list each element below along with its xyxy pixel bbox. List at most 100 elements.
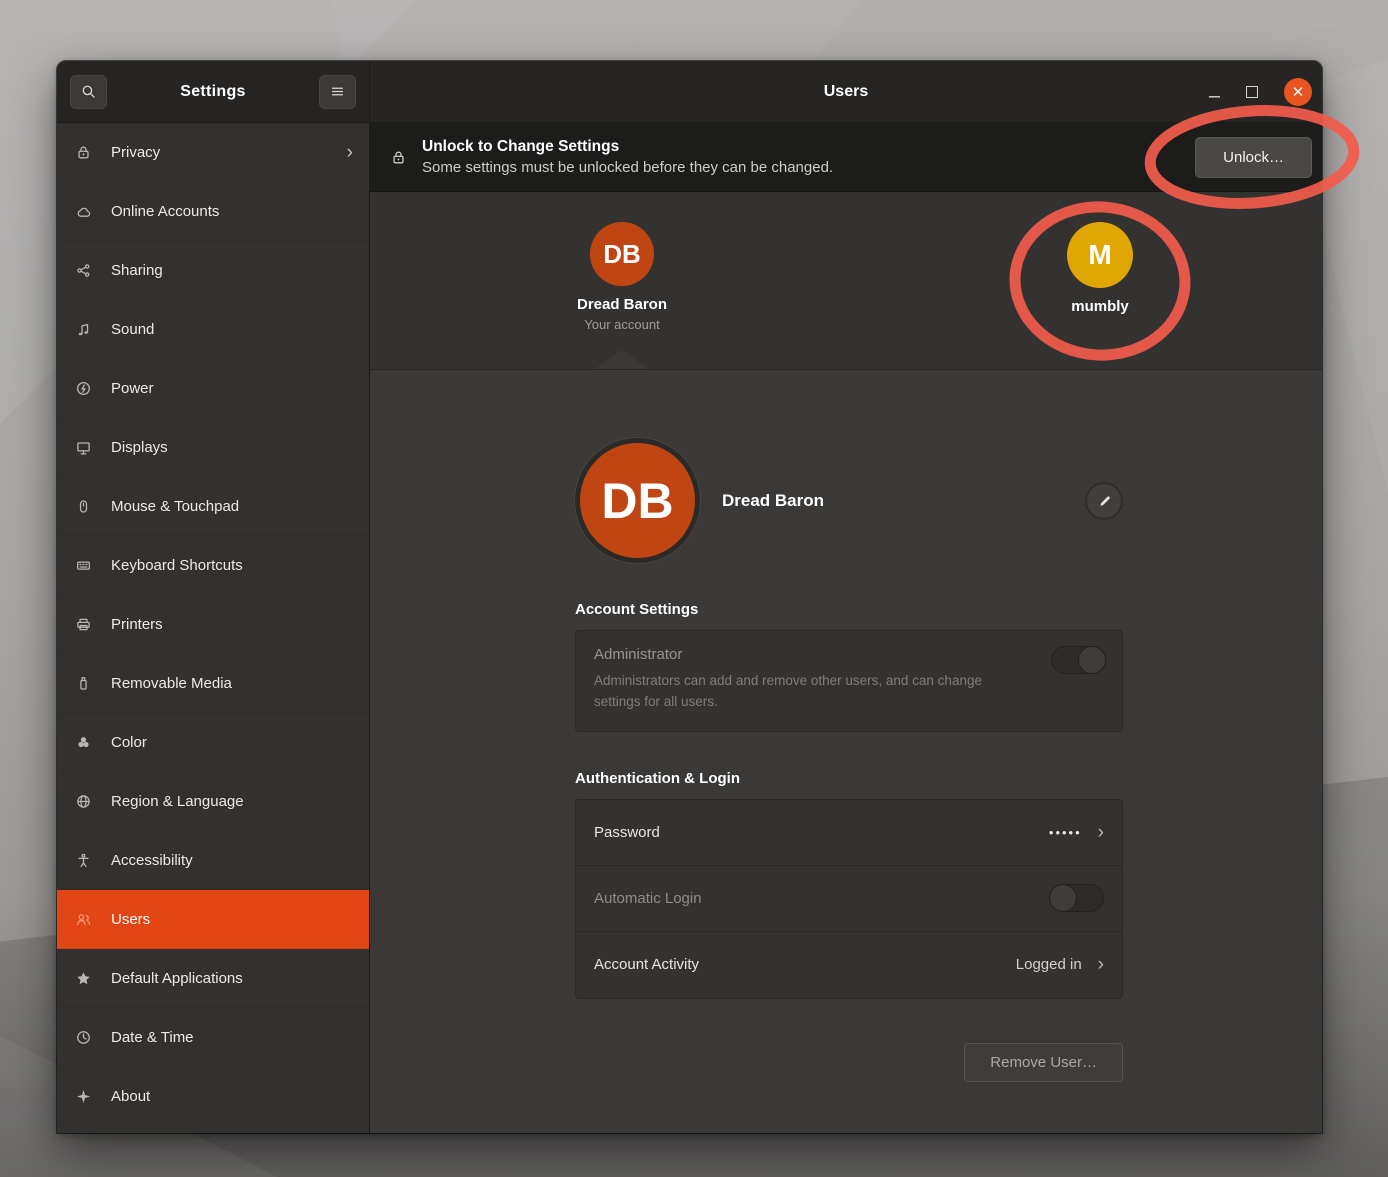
sidebar-item-label: Printers	[111, 616, 163, 633]
mouse-icon	[75, 498, 95, 515]
sidebar-item-label: Sharing	[111, 262, 163, 279]
sidebar-item-label: Users	[111, 911, 150, 928]
page-title: Users	[824, 83, 868, 101]
carousel-user-mumbly[interactable]: Mmumbly	[1067, 222, 1133, 315]
administrator-description: Administrators can add and remove other …	[594, 671, 1019, 713]
clock-icon	[75, 1029, 95, 1046]
profile-name: Dread Baron	[722, 491, 824, 511]
chevron-right-icon: ›	[347, 143, 353, 162]
sidebar-item-displays[interactable]: Displays	[57, 418, 369, 477]
sidebar-item-label: Accessibility	[111, 852, 193, 869]
authentication-card: Password ••••• › Automatic Login Account Act…	[575, 799, 1123, 999]
sidebar-header: Settings	[57, 61, 370, 122]
share-icon	[75, 262, 95, 279]
section-heading-authentication: Authentication & Login	[575, 770, 1123, 787]
sidebar-item-power[interactable]: Power	[57, 359, 369, 418]
row-account-activity[interactable]: Account Activity Logged in ›	[576, 932, 1122, 998]
menu-button[interactable]	[319, 75, 356, 109]
carousel-user-name: Dread Baron	[577, 296, 667, 313]
password-dots: •••••	[1049, 825, 1082, 840]
sidebar-item-label: Privacy	[111, 144, 160, 161]
sidebar-item-label: Sound	[111, 321, 154, 338]
sidebar-item-label: Mouse & Touchpad	[111, 498, 239, 515]
sidebar-item-label: Keyboard Shortcuts	[111, 557, 243, 574]
sidebar-item-sharing[interactable]: Sharing	[57, 241, 369, 300]
sidebar-item-keyboard-shortcuts[interactable]: Keyboard Shortcuts	[57, 536, 369, 595]
sidebar-nav: Privacy › Online Accounts Sharing Sound Power…	[57, 123, 370, 1133]
keyboard-icon	[75, 557, 95, 574]
sidebar-item-online-accounts[interactable]: Online Accounts	[57, 182, 369, 241]
lock-icon	[75, 144, 95, 161]
sidebar-item-region-language[interactable]: Region & Language	[57, 772, 369, 831]
user-carousel: DBDread BaronYour accountMmumbly	[370, 192, 1322, 370]
administrator-toggle[interactable]	[1051, 646, 1106, 674]
settings-window: Settings Users – ✕ Privacy › Online Accoun…	[57, 61, 1322, 1133]
color-icon	[75, 734, 95, 751]
chevron-right-icon: ›	[1098, 823, 1104, 842]
minimize-button[interactable]: –	[1209, 78, 1220, 106]
automatic-login-toggle[interactable]	[1049, 884, 1104, 912]
row-label: Account Activity	[594, 956, 699, 973]
row-label: Password	[594, 824, 660, 841]
power-icon	[75, 380, 95, 397]
sidebar-item-mouse-touchpad[interactable]: Mouse & Touchpad	[57, 477, 369, 536]
sidebar-item-default-applications[interactable]: Default Applications	[57, 949, 369, 1008]
window-controls: – ✕	[1209, 61, 1312, 123]
avatar: DB	[575, 438, 700, 563]
row-value: Logged in	[1016, 956, 1082, 973]
sound-icon	[75, 321, 95, 338]
hamburger-menu-icon	[329, 83, 346, 100]
titlebar: Settings Users – ✕	[57, 61, 1322, 123]
sidebar-item-label: Color	[111, 734, 147, 751]
app-title: Settings	[180, 83, 246, 101]
chevron-right-icon: ›	[1098, 955, 1104, 974]
maximize-button[interactable]	[1246, 86, 1258, 98]
remove-user-button[interactable]: Remove User…	[964, 1043, 1123, 1082]
edit-avatar-button[interactable]	[1085, 482, 1123, 520]
accessibility-icon	[75, 852, 95, 869]
star-icon	[75, 970, 95, 987]
administrator-label: Administrator	[594, 646, 1104, 663]
row-automatic-login: Automatic Login	[576, 866, 1122, 932]
sidebar-item-label: Removable Media	[111, 675, 232, 692]
unlock-banner-title: Unlock to Change Settings	[422, 138, 833, 156]
row-password[interactable]: Password ••••• ›	[576, 800, 1122, 866]
sidebar-item-about[interactable]: About	[57, 1067, 369, 1126]
carousel-user-subtitle: Your account	[577, 317, 667, 332]
pencil-icon	[1096, 492, 1113, 509]
row-value-area: Logged in ›	[1016, 955, 1104, 974]
sidebar-item-label: Region & Language	[111, 793, 244, 810]
sidebar-item-users[interactable]: Users	[57, 890, 369, 949]
row-label: Automatic Login	[594, 890, 702, 907]
printer-icon	[75, 616, 95, 633]
row-value-area: ••••• ›	[1049, 823, 1104, 842]
cloud-icon	[75, 203, 95, 220]
sidebar-item-label: Power	[111, 380, 154, 397]
sidebar-item-color[interactable]: Color	[57, 713, 369, 772]
sidebar-item-label: Default Applications	[111, 970, 243, 987]
sidebar-item-date-time[interactable]: Date & Time	[57, 1008, 369, 1067]
sidebar-item-label: About	[111, 1088, 150, 1105]
carousel-user-name: mumbly	[1067, 298, 1133, 315]
search-icon	[80, 83, 97, 100]
profile-row: DB Dread Baron	[575, 438, 1123, 563]
close-button[interactable]: ✕	[1284, 78, 1312, 106]
sidebar-item-printers[interactable]: Printers	[57, 595, 369, 654]
sparkle-icon	[75, 1088, 95, 1105]
sidebar-item-accessibility[interactable]: Accessibility	[57, 831, 369, 890]
unlock-banner-text: Unlock to Change Settings Some settings …	[422, 138, 833, 176]
user-panel: DB Dread Baron Account Settings Administ…	[370, 370, 1322, 1133]
toggle-knob	[1049, 884, 1077, 912]
search-button[interactable]	[70, 75, 107, 109]
usb-icon	[75, 675, 95, 692]
sidebar-item-sound[interactable]: Sound	[57, 300, 369, 359]
sidebar-item-removable-media[interactable]: Removable Media	[57, 654, 369, 713]
selected-user-pointer	[595, 350, 649, 369]
sidebar-item-label: Displays	[111, 439, 168, 456]
unlock-button[interactable]: Unlock…	[1195, 137, 1312, 178]
sidebar-item-privacy[interactable]: Privacy ›	[57, 123, 369, 182]
main-titlebar: Users – ✕	[370, 61, 1322, 122]
carousel-user-dread-baron[interactable]: DBDread BaronYour account	[577, 222, 667, 332]
desktop: { "sidebar": { "title": "Settings", "ite…	[0, 0, 1388, 1177]
unlock-banner-subtitle: Some settings must be unlocked before th…	[422, 159, 833, 176]
